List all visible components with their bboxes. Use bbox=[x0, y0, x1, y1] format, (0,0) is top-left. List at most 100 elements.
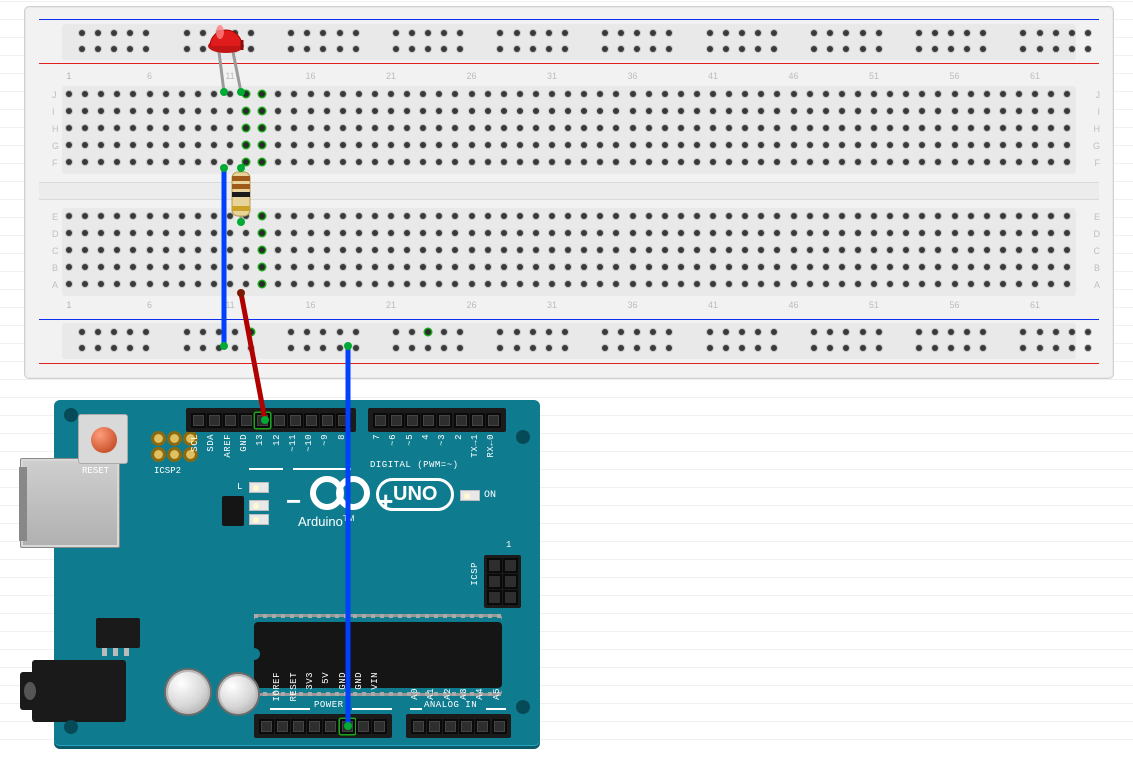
breadboard-hole bbox=[662, 108, 668, 114]
breadboard-hole bbox=[662, 91, 668, 97]
header-pin[interactable] bbox=[475, 719, 490, 734]
breadboard-hole bbox=[952, 230, 958, 236]
header-pin[interactable] bbox=[373, 413, 388, 428]
breadboard-hole bbox=[742, 213, 748, 219]
breadboard-hole bbox=[147, 125, 153, 131]
breadboard-hole bbox=[662, 125, 668, 131]
breadboard-hole bbox=[565, 213, 571, 219]
header-pin[interactable] bbox=[275, 719, 290, 734]
header-pin[interactable] bbox=[340, 719, 355, 734]
breadboard-hole bbox=[919, 264, 925, 270]
breadboard-hole bbox=[1016, 281, 1022, 287]
breadboard-hole bbox=[597, 91, 603, 97]
breadboard-hole bbox=[618, 329, 624, 335]
breadboard-hole bbox=[517, 230, 523, 236]
pin-label: A1 bbox=[426, 688, 436, 700]
breadboard-row-label: A bbox=[1094, 280, 1100, 290]
breadboard-hole bbox=[791, 159, 797, 165]
breadboard-hole bbox=[565, 230, 571, 236]
breadboard-hole bbox=[517, 264, 523, 270]
header-pin[interactable] bbox=[470, 413, 485, 428]
header-pin[interactable] bbox=[323, 719, 338, 734]
breadboard-hole bbox=[935, 125, 941, 131]
header-pin[interactable] bbox=[443, 719, 458, 734]
header-pin[interactable] bbox=[223, 413, 238, 428]
breadboard-hole bbox=[1064, 125, 1070, 131]
breadboard-hole bbox=[114, 125, 120, 131]
header-pin[interactable] bbox=[486, 413, 501, 428]
breadboard-hole bbox=[469, 91, 475, 97]
breadboard-hole bbox=[388, 142, 394, 148]
breadboard-hole bbox=[1048, 213, 1054, 219]
breadboard-hole bbox=[114, 159, 120, 165]
breadboard-hole bbox=[340, 247, 346, 253]
digital-header-right[interactable] bbox=[368, 408, 506, 432]
breadboard-hole bbox=[1032, 230, 1038, 236]
breadboard-hole bbox=[409, 46, 415, 52]
breadboard-hole bbox=[457, 46, 463, 52]
breadboard-hole bbox=[771, 30, 777, 36]
breadboard-hole bbox=[179, 159, 185, 165]
header-pin[interactable] bbox=[191, 413, 206, 428]
breadboard-hole bbox=[742, 247, 748, 253]
header-pin[interactable] bbox=[492, 719, 507, 734]
breadboard-hole bbox=[903, 125, 909, 131]
breadboard-hole bbox=[707, 345, 713, 351]
breadboard-hole bbox=[195, 142, 201, 148]
breadboard-hole bbox=[1048, 264, 1054, 270]
breadboard-hole bbox=[404, 142, 410, 148]
header-pin[interactable] bbox=[459, 719, 474, 734]
breadboard-hole bbox=[95, 345, 101, 351]
header-pin[interactable] bbox=[255, 413, 270, 428]
breadboard-hole bbox=[195, 159, 201, 165]
breadboard-hole bbox=[243, 125, 249, 131]
header-pin[interactable] bbox=[405, 413, 420, 428]
header-pin[interactable] bbox=[259, 719, 274, 734]
breadboard-hole bbox=[130, 108, 136, 114]
breadboard-hole bbox=[404, 159, 410, 165]
analog-header[interactable] bbox=[406, 714, 511, 738]
breadboard-hole bbox=[774, 213, 780, 219]
breadboard-hole bbox=[948, 345, 954, 351]
breadboard-hole bbox=[485, 125, 491, 131]
breadboard-hole bbox=[324, 159, 330, 165]
reset-button[interactable] bbox=[78, 414, 128, 464]
header-pin[interactable] bbox=[372, 719, 387, 734]
breadboard-tie-top bbox=[62, 86, 1076, 174]
header-pin[interactable] bbox=[291, 719, 306, 734]
header-pin[interactable] bbox=[239, 413, 254, 428]
breadboard-hole bbox=[163, 91, 169, 97]
header-pin[interactable] bbox=[437, 413, 452, 428]
breadboard-hole bbox=[827, 30, 833, 36]
header-pin[interactable] bbox=[336, 413, 351, 428]
power-header[interactable] bbox=[254, 714, 392, 738]
header-pin[interactable] bbox=[288, 413, 303, 428]
on-label: ON bbox=[484, 490, 496, 501]
header-pin[interactable] bbox=[454, 413, 469, 428]
breadboard-hole bbox=[216, 345, 222, 351]
breadboard-hole bbox=[919, 125, 925, 131]
breadboard-hole bbox=[1064, 142, 1070, 148]
breadboard-hole bbox=[95, 46, 101, 52]
breadboard-hole bbox=[111, 345, 117, 351]
header-pin[interactable] bbox=[320, 413, 335, 428]
header-pin[interactable] bbox=[411, 719, 426, 734]
breadboard-hole bbox=[952, 247, 958, 253]
breadboard-hole bbox=[127, 46, 133, 52]
breadboard-hole bbox=[163, 125, 169, 131]
digital-header-left[interactable] bbox=[186, 408, 356, 432]
header-pin[interactable] bbox=[389, 413, 404, 428]
header-pin[interactable] bbox=[207, 413, 222, 428]
header-pin[interactable] bbox=[307, 719, 322, 734]
header-pin[interactable] bbox=[427, 719, 442, 734]
header-pin[interactable] bbox=[421, 413, 436, 428]
breadboard-hole bbox=[340, 142, 346, 148]
header-pin[interactable] bbox=[272, 413, 287, 428]
breadboard-hole bbox=[163, 230, 169, 236]
breadboard-hole bbox=[1032, 159, 1038, 165]
header-pin[interactable] bbox=[304, 413, 319, 428]
header-pin[interactable] bbox=[356, 719, 371, 734]
breadboard-hole bbox=[457, 30, 463, 36]
breadboard-col-number: 11 bbox=[225, 71, 234, 81]
breadboard-hole bbox=[308, 281, 314, 287]
